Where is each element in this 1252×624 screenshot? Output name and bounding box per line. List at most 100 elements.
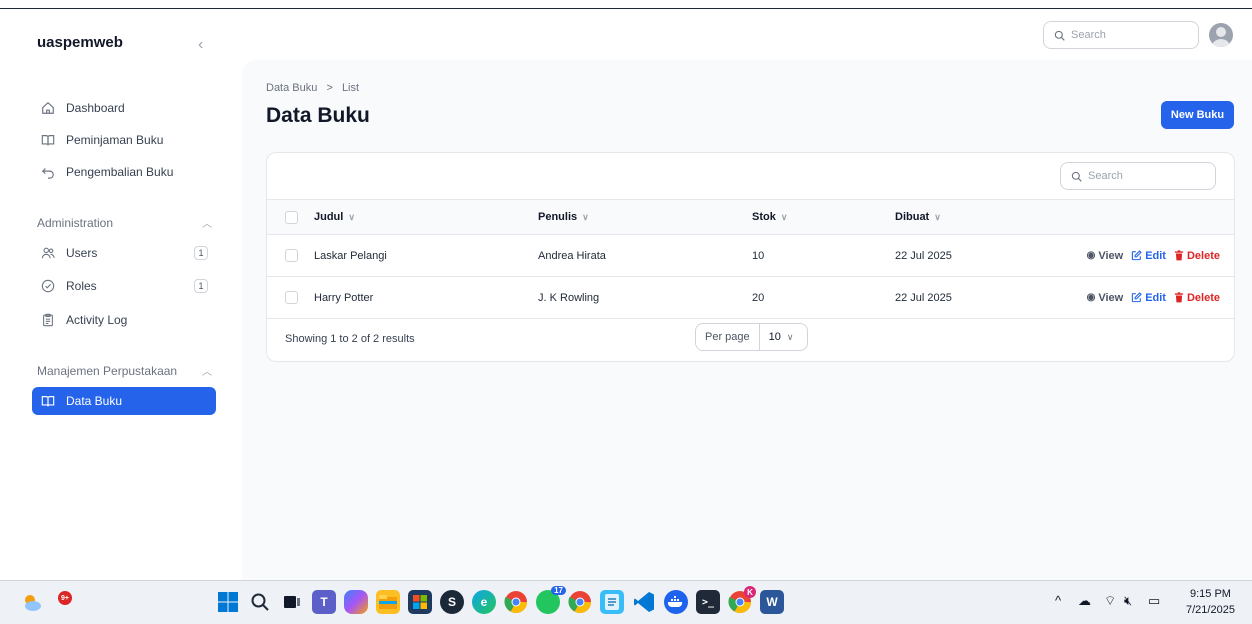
column-header-penulis[interactable]: Penulis ∨ [538, 200, 589, 234]
sidebar-item-users[interactable]: Users 1 [32, 239, 216, 267]
breadcrumb-separator: > [326, 82, 333, 94]
table-header: Judul ∨ Penulis ∨ Stok ∨ Dibuat ∨ [267, 199, 1234, 235]
nav-group-manajemen-perpustakaan[interactable]: Manajemen Perpustakaan ︿ [37, 363, 212, 379]
breadcrumb-link-data-buku[interactable]: Data Buku [266, 82, 317, 94]
search-icon [1071, 171, 1082, 182]
sidebar-item-label: Pengembalian Buku [66, 165, 174, 179]
nav-group-label: Manajemen Perpustakaan [37, 363, 178, 378]
chevron-up-icon: ︿ [202, 219, 212, 230]
cell-judul: Laskar Pelangi [314, 249, 387, 262]
per-page-select[interactable]: Per page 10 ∨ [695, 323, 808, 351]
main-content: Data Buku > List Data Buku New Buku Sear… [242, 60, 1252, 580]
cell-dibuat: 22 Jul 2025 [895, 291, 952, 304]
cell-stok: 10 [752, 249, 765, 262]
sidebar-item-activity-log[interactable]: Activity Log [32, 306, 216, 334]
chevron-up-icon: ︿ [202, 367, 212, 378]
sidebar-item-label: Roles [66, 279, 97, 293]
vscode-icon[interactable] [632, 590, 656, 614]
page-title: Data Buku [266, 104, 370, 127]
chevron-down-icon: ∨ [348, 211, 355, 222]
task-view-icon[interactable] [280, 590, 304, 614]
row-actions: ◉ View Edit Delete [1087, 235, 1220, 276]
sidebar-item-label: Users [66, 246, 98, 260]
docker-icon[interactable] [664, 590, 688, 614]
onedrive-icon[interactable]: ☁ [1078, 593, 1091, 609]
table-search-input[interactable]: Search [1060, 162, 1216, 190]
user-avatar[interactable] [1209, 23, 1233, 47]
pencil-square-icon [1131, 292, 1142, 303]
volume-muted-icon[interactable]: 🔇︎ [1124, 593, 1132, 609]
chevron-down-icon: ∨ [582, 211, 589, 222]
app-window: uaspemweb ‹ Dashboard Peminjaman Buku Pe… [0, 10, 1252, 580]
microsoft-store-icon[interactable] [408, 590, 432, 614]
eye-icon: ◉ [1086, 292, 1096, 303]
window-top-border [0, 0, 1252, 9]
sidebar-item-label: Activity Log [66, 313, 128, 327]
breadcrumb-current: List [341, 82, 360, 94]
pencil-square-icon [1131, 250, 1142, 261]
delete-action[interactable]: Delete [1174, 250, 1220, 262]
teams-icon[interactable]: T [312, 590, 336, 614]
per-page-label: Per page [696, 324, 760, 350]
column-header-judul[interactable]: Judul ∨ [314, 200, 355, 234]
trash-icon [1174, 250, 1184, 261]
chrome-k-icon[interactable]: K [728, 586, 756, 614]
notepad-icon[interactable] [600, 590, 624, 614]
chrome-profile-icon[interactable] [568, 590, 592, 614]
collapse-sidebar-button[interactable]: ‹ [198, 36, 203, 54]
edit-action[interactable]: Edit [1131, 292, 1166, 304]
book-open-icon [40, 393, 56, 409]
cell-penulis: J. K Rowling [538, 291, 600, 304]
notification-badge: 17 [551, 586, 566, 595]
search-placeholder: Search [1071, 29, 1106, 41]
edge-icon[interactable]: e [472, 590, 496, 614]
sidebar-item-label: Dashboard [66, 101, 125, 115]
count-badge: 1 [194, 246, 208, 260]
action-label: Edit [1145, 291, 1166, 304]
copilot-icon[interactable] [344, 590, 368, 614]
view-action[interactable]: ◉ View [1087, 292, 1124, 304]
action-label: View [1098, 291, 1124, 304]
sidebar: uaspemweb ‹ Dashboard Peminjaman Buku Pe… [0, 10, 242, 580]
edit-action[interactable]: Edit [1131, 250, 1166, 262]
sidebar-item-dashboard[interactable]: Dashboard [32, 94, 216, 122]
whatsapp-icon[interactable]: 17 [536, 586, 566, 614]
brand-name[interactable]: uaspemweb [37, 34, 123, 51]
pagination-summary: Showing 1 to 2 of 2 results [285, 333, 415, 345]
row-checkbox[interactable] [285, 291, 298, 304]
column-header-dibuat[interactable]: Dibuat ∨ [895, 200, 941, 234]
search-icon [1054, 30, 1065, 41]
sidebar-item-pengembalian[interactable]: Pengembalian Buku [32, 158, 216, 186]
terminal-icon[interactable]: >_ [696, 590, 720, 614]
search-icon[interactable] [248, 590, 272, 614]
steam-icon[interactable]: S [440, 590, 464, 614]
table-row[interactable]: Harry Potter J. K Rowling 20 22 Jul 2025… [267, 277, 1234, 319]
column-header-stok[interactable]: Stok ∨ [752, 200, 787, 234]
battery-icon[interactable]: ▭ [1148, 593, 1160, 609]
system-clock[interactable]: 9:15 PM 7/21/2025 [1186, 586, 1235, 618]
per-page-value[interactable]: 10 ∨ [760, 331, 794, 343]
sidebar-item-peminjaman[interactable]: Peminjaman Buku [32, 126, 216, 154]
column-label: Judul [314, 211, 344, 223]
chrome-icon[interactable] [504, 590, 528, 614]
wifi-icon[interactable]: ⌔ [1104, 593, 1116, 609]
table-row[interactable]: Laskar Pelangi Andrea Hirata 10 22 Jul 2… [267, 235, 1234, 277]
delete-action[interactable]: Delete [1174, 292, 1220, 304]
action-label: Delete [1186, 291, 1220, 304]
windows-start-icon[interactable] [216, 590, 240, 614]
select-all-checkbox[interactable] [285, 211, 298, 224]
new-buku-button[interactable]: New Buku [1161, 101, 1234, 129]
weather-icon[interactable]: 9+ [20, 590, 72, 614]
file-explorer-icon[interactable] [376, 590, 400, 614]
nav-group-administration[interactable]: Administration ︿ [37, 215, 212, 231]
row-checkbox[interactable] [285, 249, 298, 262]
sidebar-item-data-buku[interactable]: Data Buku [32, 387, 216, 415]
global-search-input[interactable]: Search [1043, 21, 1199, 49]
cell-dibuat: 22 Jul 2025 [895, 249, 952, 262]
view-action[interactable]: ◉ View [1087, 250, 1124, 262]
chevron-up-icon[interactable]: ^ [1055, 593, 1061, 608]
word-icon[interactable]: W [760, 590, 784, 614]
home-icon [40, 100, 56, 116]
sidebar-item-roles[interactable]: Roles 1 [32, 272, 216, 300]
data-table-card: Search Judul ∨ Penulis ∨ Stok ∨ Dibuat ∨… [266, 152, 1235, 362]
